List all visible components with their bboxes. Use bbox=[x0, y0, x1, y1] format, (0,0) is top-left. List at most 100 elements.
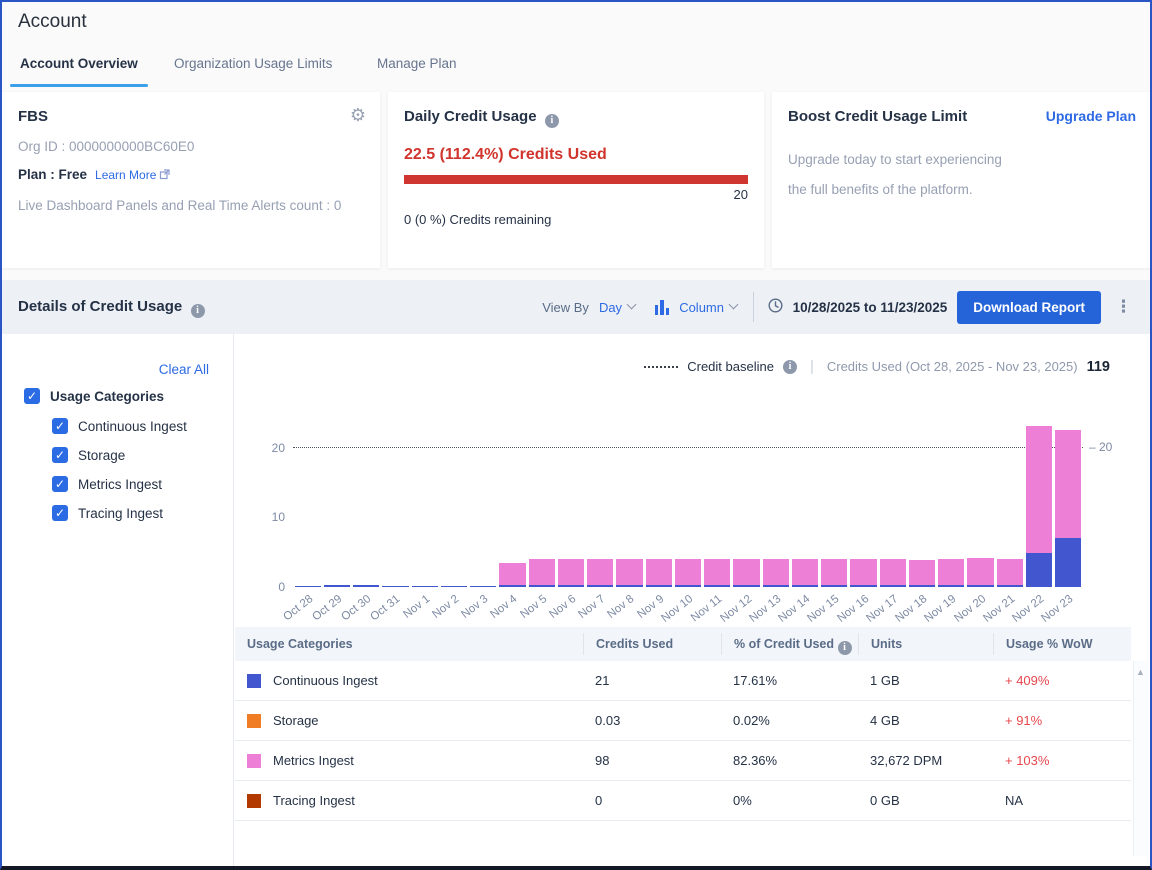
chart-bar[interactable] bbox=[295, 586, 321, 587]
chart-bar[interactable] bbox=[324, 585, 350, 587]
download-report-button[interactable]: Download Report bbox=[957, 291, 1101, 324]
table-row-continuous-ingest[interactable]: Continuous Ingest 21 17.61% 1 GB + 409% bbox=[235, 661, 1131, 701]
chart-bar[interactable] bbox=[441, 586, 467, 587]
plan-row: Plan : Free Learn More bbox=[18, 167, 364, 183]
filters-sidebar: Clear All ✓ Usage Categories ✓ Continuou… bbox=[2, 334, 234, 868]
wow-value: + 91% bbox=[993, 713, 1131, 728]
info-icon[interactable]: i bbox=[783, 360, 797, 374]
chart-bar[interactable] bbox=[353, 585, 379, 587]
chart-bar-segment bbox=[646, 559, 672, 584]
col-credits-used[interactable]: Credits Used bbox=[583, 633, 721, 655]
filter-metrics-ingest[interactable]: ✓ Metrics Ingest bbox=[52, 476, 162, 492]
chart-bar[interactable] bbox=[529, 559, 555, 587]
boost-card: Boost Credit Usage Limit Upgrade Plan Up… bbox=[772, 92, 1152, 268]
info-icon[interactable]: i bbox=[545, 114, 559, 128]
upgrade-plan-link[interactable]: Upgrade Plan bbox=[1046, 108, 1136, 124]
chart-bar[interactable] bbox=[616, 559, 642, 587]
clear-all-link[interactable]: Clear All bbox=[159, 362, 209, 377]
chart-legend: Credit baseline i | Credits Used (Oct 28… bbox=[235, 358, 1150, 375]
tab-manage-plan[interactable]: Manage Plan bbox=[377, 56, 457, 71]
view-by-select[interactable]: Day bbox=[599, 300, 637, 315]
checkbox-checked-icon[interactable]: ✓ bbox=[24, 388, 40, 404]
series-color-swatch bbox=[247, 674, 261, 688]
filter-continuous-ingest[interactable]: ✓ Continuous Ingest bbox=[52, 418, 187, 434]
chart-bar-segment bbox=[675, 559, 701, 584]
chart-bar[interactable] bbox=[587, 559, 613, 587]
checkbox-checked-icon[interactable]: ✓ bbox=[52, 418, 68, 434]
chart-bar[interactable] bbox=[499, 563, 525, 587]
tab-organization-usage-limits[interactable]: Organization Usage Limits bbox=[174, 56, 332, 71]
checkbox-checked-icon[interactable]: ✓ bbox=[52, 476, 68, 492]
chart-bar[interactable] bbox=[1055, 430, 1081, 587]
credits-bar-chart: 01020– 20Oct 28Oct 29Oct 30Oct 31Nov 1No… bbox=[265, 412, 1125, 612]
chart-bar[interactable] bbox=[967, 558, 993, 587]
checkbox-checked-icon[interactable]: ✓ bbox=[52, 505, 68, 521]
chart-bar-segment bbox=[967, 585, 993, 587]
chart-bar-segment bbox=[880, 585, 906, 587]
usage-progress-track bbox=[404, 175, 748, 184]
chart-bar[interactable] bbox=[1026, 426, 1052, 587]
chart-bar[interactable] bbox=[880, 559, 906, 587]
boost-line-1: Upgrade today to start experiencing bbox=[788, 149, 1136, 171]
date-range[interactable]: 10/28/2025 to 11/23/2025 bbox=[793, 300, 948, 315]
chart-bar-segment bbox=[324, 585, 350, 587]
category-label: Continuous Ingest bbox=[273, 673, 378, 688]
chart-bar[interactable] bbox=[763, 559, 789, 587]
filter-usage-categories[interactable]: ✓ Usage Categories bbox=[24, 388, 164, 404]
usage-table: Usage Categories Credits Used % of Credi… bbox=[235, 627, 1131, 821]
table-scrollbar[interactable]: ▲ bbox=[1133, 661, 1148, 856]
chart-bar-segment bbox=[616, 585, 642, 587]
chart-bar[interactable] bbox=[382, 586, 408, 587]
chart-bar[interactable] bbox=[792, 559, 818, 587]
plan-label: Plan : Free bbox=[18, 167, 87, 182]
chart-bar[interactable] bbox=[470, 586, 496, 587]
chart-bar[interactable] bbox=[850, 559, 876, 587]
col-usage-categories[interactable]: Usage Categories bbox=[235, 633, 583, 655]
tab-account-overview[interactable]: Account Overview bbox=[20, 56, 138, 71]
credits-value: 0.03 bbox=[583, 713, 721, 728]
scroll-up-icon[interactable]: ▲ bbox=[1136, 667, 1145, 677]
chart-bar-segment bbox=[763, 585, 789, 587]
boost-line-2: the full benefits of the platform. bbox=[788, 179, 1136, 201]
chart-bar[interactable] bbox=[821, 559, 847, 587]
page-title: Account bbox=[18, 11, 87, 33]
chart-bar-segment bbox=[1055, 430, 1081, 538]
chart-bar-segment bbox=[353, 585, 379, 587]
series-color-swatch bbox=[247, 794, 261, 808]
gear-icon[interactable]: ⚙ bbox=[350, 106, 366, 124]
info-icon[interactable]: i bbox=[838, 641, 852, 655]
col-usage-wow[interactable]: Usage % WoW bbox=[993, 633, 1131, 655]
tab-bar: Account Overview Organization Usage Limi… bbox=[2, 48, 1150, 90]
chart-bar[interactable] bbox=[412, 586, 438, 587]
chart-bar-segment bbox=[587, 585, 613, 587]
chart-bar-segment bbox=[1055, 538, 1081, 587]
chart-bar[interactable] bbox=[938, 559, 964, 587]
chart-bar[interactable] bbox=[675, 559, 701, 587]
chart-bar[interactable] bbox=[558, 559, 584, 587]
table-row-metrics-ingest[interactable]: Metrics Ingest 98 82.36% 32,672 DPM + 10… bbox=[235, 741, 1131, 781]
learn-more-link[interactable]: Learn More bbox=[95, 168, 156, 182]
chart-bar-segment bbox=[675, 585, 701, 587]
chart-type-select[interactable]: Column bbox=[679, 300, 738, 315]
col-units[interactable]: Units bbox=[858, 633, 993, 655]
filter-tracing-ingest[interactable]: ✓ Tracing Ingest bbox=[52, 505, 163, 521]
units-value: 0 GB bbox=[858, 793, 993, 808]
active-tab-underline bbox=[10, 84, 148, 87]
chart-bar[interactable] bbox=[704, 559, 730, 587]
info-icon[interactable]: i bbox=[191, 304, 205, 318]
clock-icon bbox=[768, 298, 783, 316]
chart-bar[interactable] bbox=[646, 559, 672, 587]
chart-bar[interactable] bbox=[997, 559, 1023, 587]
kebab-menu-icon[interactable]: ⋮ bbox=[1111, 297, 1136, 317]
chart-bar[interactable] bbox=[909, 560, 935, 587]
table-row-tracing-ingest[interactable]: Tracing Ingest 0 0% 0 GB NA bbox=[235, 781, 1131, 821]
chart-bar-segment bbox=[529, 559, 555, 584]
chart-bar-segment bbox=[499, 585, 525, 587]
chart-bar-segment bbox=[967, 558, 993, 584]
chart-bar[interactable] bbox=[733, 559, 759, 587]
col-percent-credit-used[interactable]: % of Credit Used i bbox=[721, 633, 858, 655]
filter-storage[interactable]: ✓ Storage bbox=[52, 447, 125, 463]
checkbox-checked-icon[interactable]: ✓ bbox=[52, 447, 68, 463]
table-row-storage[interactable]: Storage 0.03 0.02% 4 GB + 91% bbox=[235, 701, 1131, 741]
chevron-down-icon bbox=[728, 299, 738, 309]
